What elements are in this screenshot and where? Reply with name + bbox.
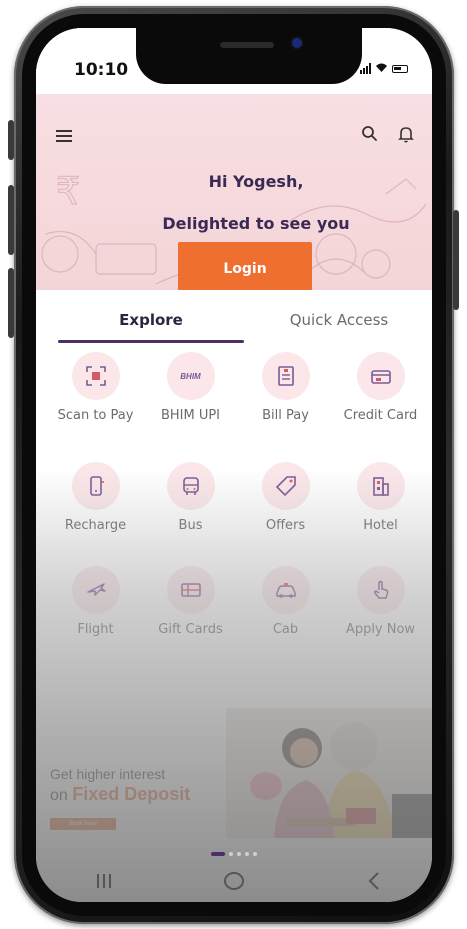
active-tab-indicator (58, 340, 244, 343)
tab-bar: Explore Quick Access (36, 298, 432, 343)
service-label: Gift Cards (158, 622, 223, 637)
bill-icon (261, 352, 310, 400)
battery-icon (392, 64, 408, 73)
service-credit-card[interactable]: Credit Card (333, 352, 428, 424)
volume-up-button (8, 185, 14, 255)
status-icons (360, 62, 408, 75)
tab-quick-access[interactable]: Quick Access (246, 298, 432, 342)
service-apply-now[interactable]: Apply Now (333, 566, 428, 638)
bell-icon[interactable] (396, 124, 416, 144)
wifi-icon (375, 62, 388, 75)
speaker-grille (220, 42, 274, 48)
service-gift-cards[interactable]: Gift Cards (143, 566, 238, 638)
home-icon[interactable] (214, 866, 254, 896)
mute-switch (8, 120, 14, 160)
back-icon[interactable] (354, 866, 394, 896)
promo-highlight: Fixed Deposit (72, 784, 191, 804)
service-flight[interactable]: Flight (48, 566, 143, 638)
service-label: Bill Pay (262, 408, 309, 423)
cab-icon (261, 566, 310, 614)
service-label: Credit Card (343, 408, 418, 423)
service-label: Scan to Pay (57, 408, 134, 423)
service-hotel[interactable]: Hotel (333, 462, 428, 534)
volume-down-button (8, 268, 14, 338)
credit-card-icon (356, 352, 405, 400)
service-bus[interactable]: Bus (143, 462, 238, 534)
qr-scan-icon (71, 352, 120, 400)
service-scan-to-pay[interactable]: Scan to Pay (48, 352, 143, 424)
services-row: Flight Gift Cards Cab Apply Now (48, 566, 428, 666)
service-cab[interactable]: Cab (238, 566, 333, 638)
signal-icon (360, 63, 371, 74)
notch (136, 28, 362, 84)
service-label: BHIM UPI (160, 408, 221, 423)
promo-line2-prefix: on (50, 787, 73, 804)
bhim-logo-icon: BHIM (166, 352, 215, 400)
service-bill-pay[interactable]: Bill Pay (238, 352, 333, 424)
service-label: Apply Now (345, 622, 416, 637)
mobile-recharge-icon (71, 462, 120, 510)
header-banner: ₹ Hi Yogesh, Delighted to see you Login (36, 94, 432, 290)
service-recharge[interactable]: Recharge (48, 462, 143, 534)
tab-explore[interactable]: Explore (58, 298, 244, 342)
phone-screen: 10:10 ₹ Hi Yogesh, Delighted to see you … (36, 28, 432, 902)
recent-apps-icon[interactable] (84, 866, 124, 896)
bus-icon (166, 462, 215, 510)
status-time: 10:10 (74, 60, 129, 80)
power-button (453, 210, 459, 310)
service-label: Cab (272, 622, 299, 637)
promo-line1: Get higher interest (50, 766, 166, 782)
promo-line2: on Fixed Deposit (50, 784, 190, 805)
service-label: Recharge (64, 518, 127, 533)
book-now-button[interactable]: Book Now (50, 818, 116, 830)
services-row: Scan to Pay BHIM BHIM UPI Bill Pay Credi… (48, 352, 428, 452)
hotel-icon (356, 462, 405, 510)
login-button[interactable]: Login (178, 242, 312, 290)
android-nav-bar (36, 856, 432, 902)
service-label: Bus (178, 518, 203, 533)
bhim-logo-text: BHIM (180, 371, 201, 381)
service-offers[interactable]: Offers (238, 462, 333, 534)
service-label: Hotel (363, 518, 398, 533)
service-bhim-upi[interactable]: BHIM BHIM UPI (143, 352, 238, 424)
service-label: Offers (265, 518, 306, 533)
plane-icon (71, 566, 120, 614)
services-row: Recharge Bus Offers Hotel (48, 462, 428, 562)
greeting-text: Hi Yogesh, (208, 172, 304, 191)
service-label: Flight (77, 622, 114, 637)
subgreeting-text: Delighted to see you (162, 214, 350, 233)
gift-card-icon (166, 566, 215, 614)
search-icon[interactable] (360, 124, 380, 144)
tap-hand-icon (356, 566, 405, 614)
promo-illustration (226, 708, 432, 838)
front-camera (292, 38, 302, 48)
hamburger-menu-icon[interactable] (56, 130, 72, 142)
promo-banner[interactable]: Get higher interest on Fixed Deposit Boo… (36, 708, 432, 838)
tag-icon (261, 462, 310, 510)
